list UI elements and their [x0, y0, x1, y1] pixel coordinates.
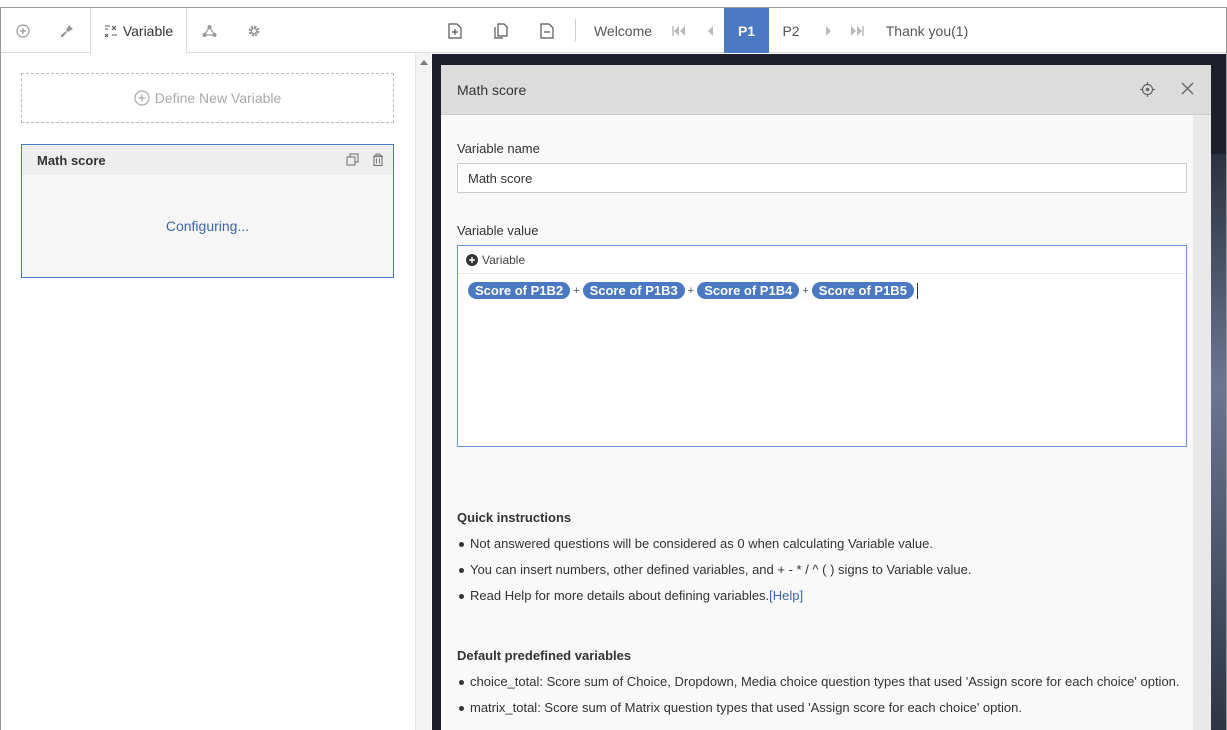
expression-operator: +: [687, 284, 695, 297]
delete-page-icon[interactable]: [532, 8, 562, 53]
tab-variable[interactable]: Variable: [90, 8, 187, 54]
predefined-variables-title: Default predefined variables: [457, 648, 632, 663]
copy-page-icon[interactable]: [486, 8, 516, 53]
page-toolbar: Welcome P1 P2 Thank you(1): [432, 8, 1226, 53]
survey-canvas: Math score Variable name Variable value: [432, 54, 1226, 730]
page-tab-thank-you[interactable]: Thank you(1): [882, 8, 972, 53]
expression-term[interactable]: Score of P1B2: [468, 282, 571, 299]
plus-circle-icon: [15, 23, 30, 38]
network-icon: [202, 24, 216, 37]
page-tab-p2[interactable]: P2: [772, 8, 810, 53]
dialog-title: Math score: [457, 81, 527, 98]
quick-instructions-title: Quick instructions: [457, 510, 572, 525]
prev-page-icon[interactable]: [700, 8, 720, 53]
variable-value-label: Variable value: [457, 223, 539, 238]
trash-icon[interactable]: [372, 153, 384, 169]
plus-circle-icon: [134, 90, 150, 106]
insert-variable-label: Variable: [482, 252, 526, 267]
variable-editor-dialog: Math score Variable name Variable value: [441, 65, 1211, 730]
brush-icon: [61, 24, 73, 37]
next-page-icon[interactable]: [818, 8, 838, 53]
variable-icon: [104, 25, 117, 38]
first-page-icon[interactable]: [668, 8, 690, 53]
copy-icon[interactable]: [346, 153, 359, 169]
expression: Score of P1B2 + Score of P1B3 + Score of…: [468, 282, 918, 299]
list-item: Read Help for more details about definin…: [457, 588, 1187, 614]
locate-icon[interactable]: [1140, 82, 1155, 100]
expression-operator: +: [802, 284, 809, 297]
text-caret: [916, 282, 918, 299]
variable-name-label: Variable name: [457, 141, 540, 156]
tab-variable-label: Variable: [122, 23, 174, 39]
left-tab-bar: Variable: [1, 8, 431, 54]
help-link[interactable]: [Help]: [769, 588, 803, 603]
close-icon[interactable]: [1181, 82, 1194, 98]
variable-value-editor[interactable]: Variable Score of P1B2 + Score of P1B3 +…: [457, 245, 1187, 447]
right-panel: Welcome P1 P2 Thank you(1) Math score Va…: [432, 8, 1226, 730]
dialog-scrollbar[interactable]: [1193, 115, 1211, 730]
variable-card-title: Math score: [37, 152, 106, 168]
variable-card-status: Configuring...: [165, 218, 250, 234]
variable-card-header: Math score: [22, 145, 393, 175]
list-item: choice_total: Score sum of Choice, Dropd…: [457, 674, 1187, 700]
tab-theme[interactable]: [44, 8, 90, 53]
variable-name-input[interactable]: [457, 163, 1187, 193]
list-item: matrix_total: Score sum of Matrix questi…: [457, 700, 1187, 726]
tab-settings[interactable]: [231, 8, 277, 53]
tab-add[interactable]: [1, 8, 44, 53]
page-tab-p1[interactable]: P1: [724, 8, 769, 53]
toolbar-divider: [575, 19, 576, 41]
left-scrollbar[interactable]: [415, 53, 431, 730]
variable-card[interactable]: Math score Configuring...: [21, 144, 394, 278]
last-page-icon[interactable]: [846, 8, 868, 53]
gear-icon: [248, 25, 260, 36]
page-tab-welcome[interactable]: Welcome: [588, 8, 658, 53]
expression-term[interactable]: Score of P1B5: [811, 282, 914, 299]
expression-term[interactable]: Score of P1B3: [582, 282, 685, 299]
dialog-header: Math score: [441, 65, 1211, 115]
left-panel: Variable Define New Variable Math score: [1, 8, 431, 730]
app-window: Variable Define New Variable Math score: [0, 7, 1227, 730]
plus-circle-filled-icon: [466, 253, 478, 266]
insert-variable-button[interactable]: Variable: [458, 246, 1186, 274]
expression-operator: +: [573, 284, 580, 297]
help-text: Read Help for more details about definin…: [470, 588, 770, 603]
list-item: Not answered questions will be considere…: [457, 536, 1187, 562]
add-page-icon[interactable]: [440, 8, 470, 53]
define-new-variable-label: Define New Variable: [154, 90, 282, 106]
scroll-up-arrow-icon[interactable]: [420, 60, 428, 65]
expression-term[interactable]: Score of P1B4: [697, 282, 800, 299]
tab-logic[interactable]: [187, 8, 231, 53]
quick-instructions-list: Not answered questions will be considere…: [457, 536, 1187, 614]
predefined-variables-list: choice_total: Score sum of Choice, Dropd…: [457, 674, 1187, 726]
define-new-variable-button[interactable]: Define New Variable: [21, 73, 394, 123]
list-item: You can insert numbers, other defined va…: [457, 562, 1187, 588]
